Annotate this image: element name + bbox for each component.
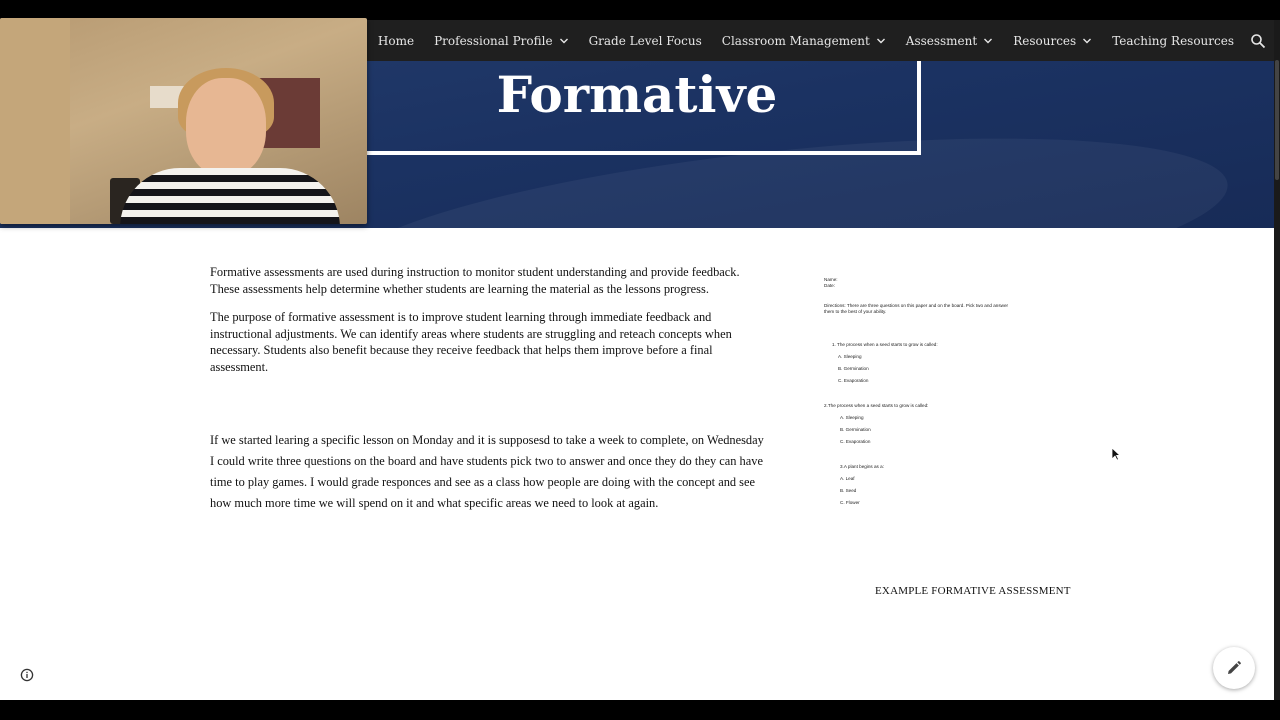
nav-item-assessment[interactable]: Assessment [896, 34, 1003, 48]
ws-q3: 3.A plant begins as a: [840, 464, 884, 469]
window-top-bar [0, 0, 1280, 20]
nav-item-label: Grade Level Focus [588, 33, 702, 48]
nav-item-label: Teaching Resources [1112, 33, 1234, 48]
nav-item-label: Professional Profile [434, 33, 553, 48]
ws-q1-a: A. Sleeping [838, 354, 862, 359]
paragraph-definition: Formative assessments are used during in… [210, 265, 740, 296]
nav-item-professional-profile[interactable]: Professional Profile [424, 34, 578, 48]
scrollbar-thumb[interactable] [1275, 60, 1279, 180]
webcam-person-striped-shirt [120, 168, 340, 224]
webcam-overlay [0, 18, 367, 224]
ws-q1-c: C. Evaporation [838, 378, 869, 383]
nav-item-home[interactable]: Home [368, 34, 424, 48]
ws-q2-c: C. Evaporation [840, 439, 871, 444]
worksheet-caption: EXAMPLE FORMATIVE ASSESSMENT [875, 585, 1071, 597]
nav-item-resources[interactable]: Resources [1003, 34, 1102, 48]
nav-item-label: Assessment [905, 33, 978, 48]
chevron-down-icon [876, 38, 885, 43]
nav-item-teaching-resources[interactable]: Teaching Resources [1102, 34, 1244, 48]
pencil-icon [1228, 661, 1241, 674]
mouse-cursor-icon [1111, 447, 1121, 461]
nav-item-classroom-management[interactable]: Classroom Management [712, 34, 896, 48]
info-icon[interactable] [20, 668, 34, 682]
ws-q3-b: B. Seed [840, 488, 857, 493]
nav-item-label: Classroom Management [721, 33, 870, 48]
window-bottom-bar [0, 700, 1280, 720]
chevron-down-icon [1083, 38, 1092, 43]
ws-q3-a: A. Leaf [840, 476, 855, 481]
ws-q2-b: B. Germination [840, 427, 871, 432]
ws-q3-c: C. Flower [840, 500, 860, 505]
nav-item-grade-level-focus[interactable]: Grade Level Focus [579, 34, 712, 48]
chevron-down-icon [559, 38, 568, 43]
ws-directions-2: them to the best of your ability. [824, 309, 887, 314]
webcam-background-door [0, 18, 70, 224]
ws-q1: 1. The process when a seed starts to gro… [832, 342, 938, 347]
ws-q2: 2.The process when a seed starts to grow… [824, 403, 929, 408]
chevron-down-icon [984, 38, 993, 43]
nav-menu: Home Professional Profile Grade Level Fo… [368, 20, 1266, 61]
ws-date: Date: [824, 283, 835, 288]
paragraph-example: If we started learing a specific lesson … [210, 433, 764, 510]
nav-item-label: Home [377, 33, 415, 48]
nav-item-label: Resources [1013, 33, 1077, 48]
ws-q2-a: A. Sleeping [840, 415, 864, 420]
search-icon[interactable] [1250, 33, 1266, 49]
paragraph-purpose: The purpose of formative assessment is t… [210, 310, 732, 374]
webcam-person-face [186, 78, 266, 176]
page-title: Formative [496, 65, 778, 124]
edit-button[interactable] [1213, 647, 1255, 689]
main-content: Formative assessments are used during in… [210, 264, 765, 387]
ws-q1-b: B. Germination [838, 366, 869, 371]
